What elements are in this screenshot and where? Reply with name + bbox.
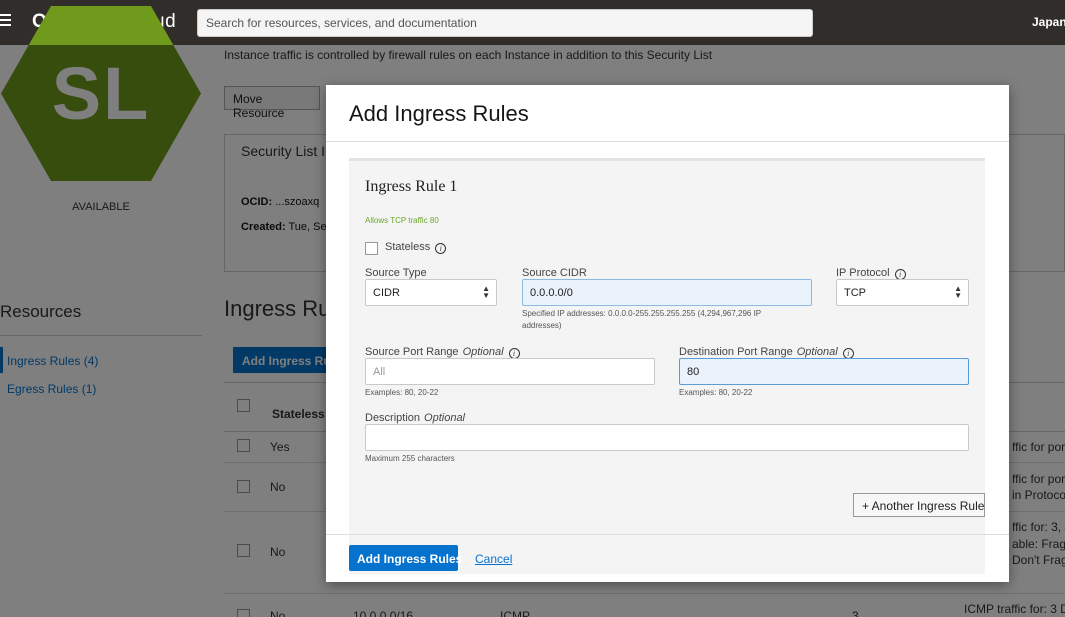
menu-icon[interactable] <box>0 14 12 28</box>
dialog-title: Add Ingress Rules <box>349 101 529 126</box>
divider <box>326 141 1009 142</box>
description-input[interactable] <box>365 424 969 451</box>
cancel-link[interactable]: Cancel <box>475 552 512 566</box>
rule-title: Ingress Rule 1 <box>365 178 458 195</box>
source-port-help: Examples: 80, 20-22 <box>365 388 439 397</box>
divider <box>326 534 1009 535</box>
select-arrows-icon: ▲ ▼ <box>482 284 490 300</box>
select-arrows-icon: ▲ ▼ <box>954 284 962 300</box>
source-cidr-help: Specified IP addresses: 0.0.0.0-255.255.… <box>522 309 762 318</box>
stateless-checkbox[interactable] <box>365 242 378 255</box>
another-ingress-rule-button[interactable]: + Another Ingress Rule <box>853 493 985 517</box>
region-selector[interactable]: Japan <box>1032 15 1065 29</box>
description-help: Maximum 255 characters <box>365 454 455 463</box>
source-type-select[interactable]: CIDR ▲ ▼ <box>365 279 497 306</box>
destination-port-help: Examples: 80, 20-22 <box>679 388 753 397</box>
ip-protocol-select[interactable]: TCP ▲ ▼ <box>836 279 969 306</box>
add-ingress-rules-dialog: Add Ingress Rules Ingress Rule 1 Allows … <box>326 85 1009 582</box>
source-cidr-help-line2: addresses) <box>522 321 562 330</box>
rule-summary: Allows TCP traffic 80 <box>365 216 439 225</box>
description-label: Description Optional <box>365 412 466 424</box>
stateless-label: Stateless i <box>385 241 447 254</box>
submit-add-ingress-rules-button[interactable]: Add Ingress Rules <box>349 545 462 571</box>
source-cidr-label: Source CIDR <box>522 267 587 279</box>
global-search-input[interactable]: Search for resources, services, and docu… <box>197 9 813 37</box>
source-type-label: Source Type <box>365 267 427 279</box>
info-icon[interactable]: i <box>435 243 447 254</box>
source-port-range-input[interactable]: All <box>365 358 655 385</box>
source-cidr-input[interactable]: 0.0.0.0/0 <box>522 279 812 306</box>
destination-port-range-input[interactable]: 80 <box>679 358 969 385</box>
